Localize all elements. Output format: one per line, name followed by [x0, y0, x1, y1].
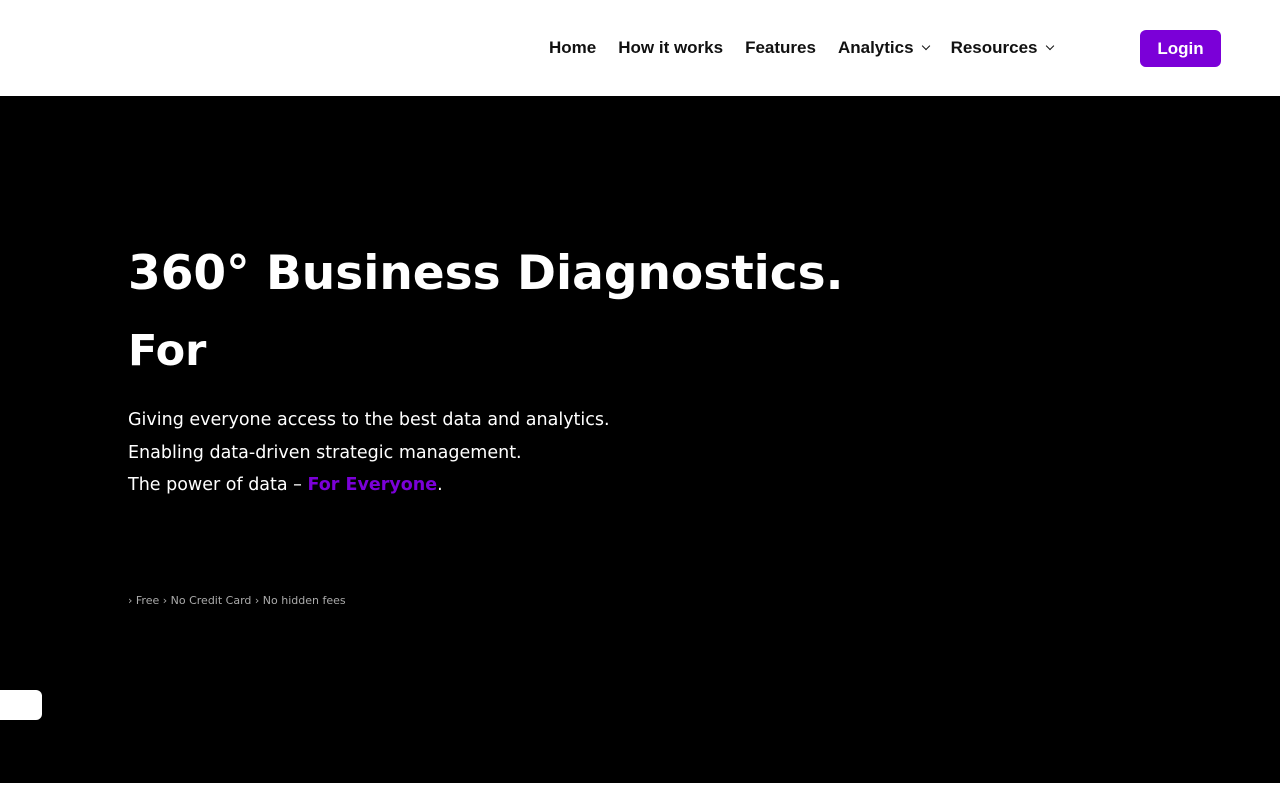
nav-how-it-works[interactable]: How it works [618, 38, 723, 58]
nav-features-label: Features [745, 38, 816, 57]
hero-line-1: Giving everyone access to the best data … [128, 410, 610, 430]
nav-analytics-label: Analytics [837, 38, 914, 57]
nav-how-it-works-label: How it works [618, 38, 724, 57]
site-header: Home How it works Features Analytics Res… [0, 0, 1280, 96]
hero-line-3-prefix: The power of data – [128, 475, 308, 495]
hero-rotating-text: For [128, 326, 207, 376]
login-button[interactable]: Login [1140, 30, 1221, 67]
nav-home[interactable]: Home [549, 38, 596, 58]
chevron-down-icon [1045, 41, 1054, 51]
hero-line-3: The power of data – For Everyone. [128, 471, 610, 504]
hero-accent-text: For Everyone [307, 475, 438, 495]
hero-line-2: Enabling data-driven strategic managemen… [128, 442, 522, 463]
hero-line-3-suffix: . [437, 475, 443, 495]
hero-perks: › Free › No Credit Card › No hidden fees [128, 594, 346, 607]
nav-resources-label: Resources [950, 38, 1038, 57]
nav-home-label: Home [549, 38, 597, 57]
floating-side-tab[interactable] [0, 690, 42, 720]
main-nav: Home How it works Features Analytics Res… [549, 0, 1075, 96]
hero-section: 360° Business Diagnostics. For Giving ev… [0, 96, 1280, 783]
nav-analytics[interactable]: Analytics [837, 38, 930, 58]
nav-features[interactable]: Features [745, 38, 816, 58]
chevron-down-icon [921, 41, 930, 51]
hero-description: Giving everyone access to the best data … [128, 406, 610, 504]
hero-title: 360° Business Diagnostics. [128, 246, 844, 301]
nav-resources[interactable]: Resources [950, 38, 1054, 58]
